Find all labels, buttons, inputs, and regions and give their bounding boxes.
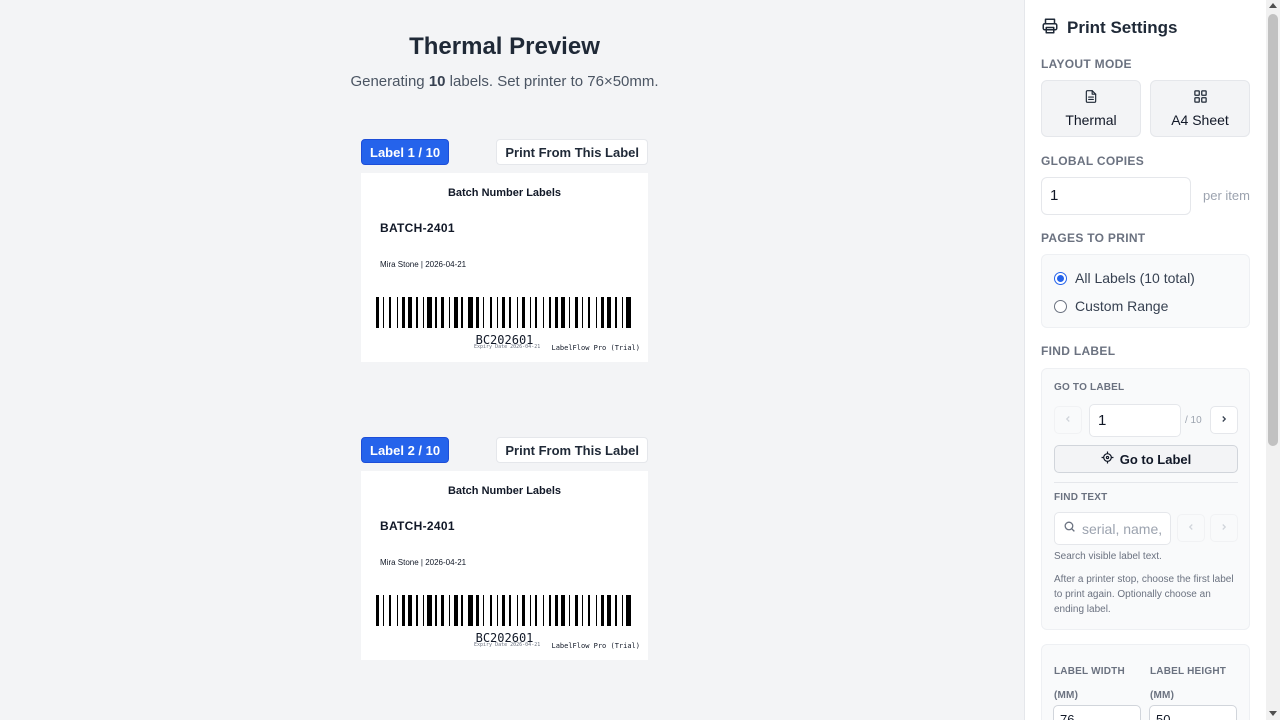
- label-height-label: LABEL HEIGHT: [1150, 666, 1227, 677]
- label-height-input[interactable]: 50: [1149, 705, 1237, 720]
- label-width-unit: (MM): [1054, 690, 1079, 701]
- label-badge: Label 2 / 10: [361, 437, 450, 463]
- page-title: Thermal Preview: [409, 33, 600, 60]
- chevron-left-icon: [1186, 519, 1196, 537]
- label-brand: LabelFlow Pro (Trial): [551, 344, 640, 352]
- label-width-input[interactable]: 76: [1053, 705, 1141, 720]
- print-from-this-label-button[interactable]: Print From This Label: [496, 437, 648, 463]
- print-from-this-label-button[interactable]: Print From This Label: [496, 139, 648, 165]
- label-title: Batch Number Labels: [447, 187, 562, 199]
- go-to-label-input[interactable]: 1: [1089, 404, 1181, 437]
- prev-match-button[interactable]: [1177, 514, 1205, 542]
- search-hint: Search visible label text.: [1054, 551, 1162, 562]
- crosshair-icon: [1101, 451, 1114, 467]
- scrollbar-thumb[interactable]: [1268, 14, 1278, 446]
- label-width-label: LABEL WIDTH: [1054, 666, 1125, 677]
- label-meta: Mira Stone | 2026-04-21: [380, 558, 467, 567]
- chevron-right-icon: [1219, 411, 1229, 429]
- radio-selected[interactable]: [1054, 271, 1067, 285]
- restart-hint: After a printer stop, choose the first l…: [1054, 574, 1234, 615]
- preview-area: Thermal Preview Generating 10 labels. Se…: [0, 0, 1024, 720]
- layout-mode-thermal-button[interactable]: Thermal: [1041, 80, 1141, 137]
- printer-icon: [1041, 17, 1059, 40]
- print-settings-sidebar: Print Settings LAYOUT MODE Thermal A4 Sh…: [1024, 0, 1266, 720]
- label-badge: Label 1 / 10: [361, 139, 450, 165]
- find-label-panel: GO TO LABEL 1 / 10 Go to Label FIND TEXT: [1041, 368, 1250, 630]
- go-to-label-small: GO TO LABEL: [1054, 382, 1125, 393]
- find-label-title: FIND LABEL: [1041, 344, 1116, 358]
- find-text-label: FIND TEXT: [1054, 492, 1108, 503]
- pages-all-option[interactable]: All Labels (10 total): [1054, 270, 1195, 286]
- chevron-right-icon: [1219, 519, 1229, 537]
- label-expiry: Expiry Date 2026-04-21: [474, 642, 541, 648]
- label-total: / 10: [1185, 415, 1202, 426]
- next-match-button[interactable]: [1210, 514, 1238, 542]
- radio-unselected[interactable]: [1054, 299, 1067, 313]
- global-copies-label: GLOBAL COPIES: [1041, 154, 1145, 168]
- barcode-image: [376, 595, 631, 626]
- layout-mode-label: LAYOUT MODE: [1041, 57, 1132, 71]
- page-subtitle: Generating 10 labels. Set printer to 76×…: [350, 73, 659, 90]
- scroll-down-arrow-icon[interactable]: [1269, 711, 1277, 716]
- pages-to-print-label: PAGES TO PRINT: [1041, 231, 1146, 245]
- search-icon: [1063, 520, 1076, 538]
- label-batch: BATCH-2401: [380, 221, 455, 235]
- chevron-left-icon: [1063, 411, 1073, 429]
- grid-icon: [1193, 89, 1208, 107]
- label-height-unit: (MM): [1150, 690, 1175, 701]
- find-text-search[interactable]: [1054, 512, 1171, 545]
- label-expiry: Expiry Date 2026-04-21: [474, 344, 541, 350]
- barcode-image: [376, 297, 631, 328]
- label-preview-1: Label 1 / 10 Print From This Label Batch…: [361, 139, 648, 362]
- find-text-input[interactable]: [1082, 520, 1162, 537]
- layout-mode-a4-button[interactable]: A4 Sheet: [1150, 80, 1250, 137]
- pages-to-print-panel: All Labels (10 total) Custom Range: [1041, 254, 1250, 328]
- label-batch: BATCH-2401: [380, 519, 455, 533]
- sidebar-title: Print Settings: [1041, 18, 1178, 38]
- label-title: Batch Number Labels: [447, 485, 562, 497]
- divider: [1054, 482, 1238, 483]
- label-preview-2: Label 2 / 10 Print From This Label Batch…: [361, 437, 648, 660]
- scroll-up-arrow-icon[interactable]: [1269, 3, 1277, 8]
- per-item-text: per item: [1203, 188, 1250, 203]
- label-card: Batch Number Labels BATCH-2401 Mira Ston…: [361, 173, 648, 362]
- pages-custom-range-option[interactable]: Custom Range: [1054, 298, 1168, 314]
- label-meta: Mira Stone | 2026-04-21: [380, 260, 467, 269]
- label-count: 10: [428, 73, 446, 90]
- global-copies-input[interactable]: 1: [1041, 177, 1191, 215]
- next-label-button[interactable]: [1210, 406, 1238, 434]
- go-to-label-button[interactable]: Go to Label: [1054, 445, 1238, 473]
- prev-label-button[interactable]: [1054, 406, 1082, 434]
- document-icon: [1084, 89, 1098, 107]
- page-scrollbar[interactable]: [1266, 0, 1280, 720]
- label-brand: LabelFlow Pro (Trial): [551, 642, 640, 650]
- label-card: Batch Number Labels BATCH-2401 Mira Ston…: [361, 471, 648, 660]
